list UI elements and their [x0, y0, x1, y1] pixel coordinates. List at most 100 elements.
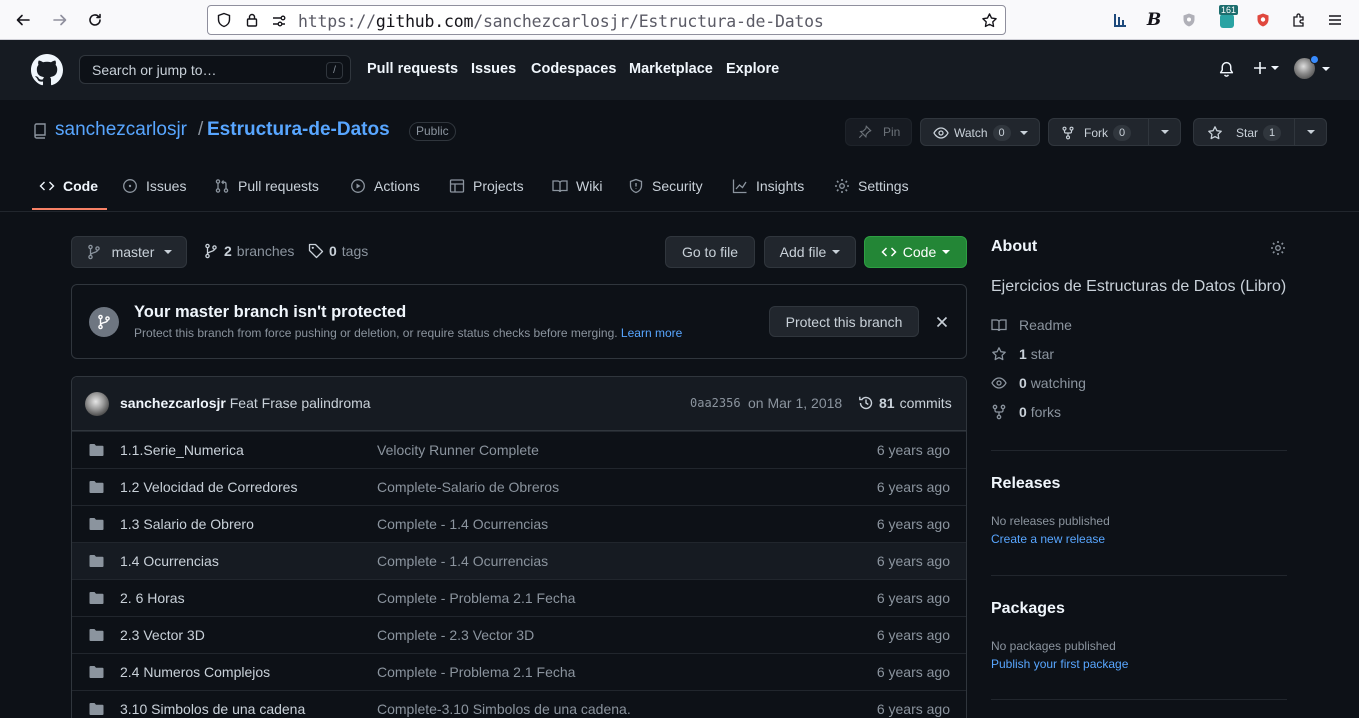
watching-link[interactable]: 0 watching [991, 375, 1086, 391]
gear-icon[interactable] [1270, 240, 1286, 256]
file-name-link[interactable]: 1.3 Salario de Obrero [120, 516, 254, 532]
protect-branch-button[interactable]: Protect this branch [769, 306, 919, 337]
file-commit-message[interactable]: Complete - 1.4 Ocurrencias [377, 516, 548, 532]
reload-button[interactable] [82, 8, 108, 32]
tab-security[interactable]: Security [628, 178, 703, 212]
file-commit-message[interactable]: Complete - Problema 2.1 Fecha [377, 590, 575, 606]
file-name-link[interactable]: 3.10 Simbolos de una cadena [120, 701, 305, 717]
menu-icon[interactable] [1324, 9, 1346, 31]
table-row[interactable]: 2.4 Numeros Complejos Complete - Problema… [72, 653, 966, 690]
commits-link[interactable]: 81 commits [858, 395, 952, 411]
watch-button[interactable]: Watch 0 [920, 118, 1040, 146]
go-to-file-button[interactable]: Go to file [665, 236, 755, 268]
table-row[interactable]: 3.10 Simbolos de una cadena Complete-3.10… [72, 690, 966, 718]
branch-name: master [111, 244, 155, 260]
eye-icon [933, 127, 949, 139]
tab-pull-requests[interactable]: Pull requests [214, 178, 319, 212]
create-new-button[interactable] [1252, 60, 1279, 76]
file-age: 6 years ago [876, 442, 950, 458]
graph-icon [732, 179, 747, 194]
file-commit-message[interactable]: Complete - Problema 2.1 Fecha [377, 664, 575, 680]
nav-explore[interactable]: Explore [726, 61, 779, 77]
tab-wiki[interactable]: Wiki [552, 178, 602, 212]
pull-request-icon [215, 179, 229, 193]
extension-bars-icon[interactable] [1109, 9, 1131, 31]
readme-link[interactable]: Readme [991, 317, 1072, 333]
branch-select-button[interactable]: master [71, 236, 187, 268]
table-row[interactable]: 1.3 Salario de Obrero Complete - 1.4 Ocur… [72, 505, 966, 542]
status-dot-icon [1310, 55, 1319, 64]
forks-count: 0 [1019, 404, 1027, 420]
caret-down-icon [1322, 66, 1330, 71]
extension-shield-icon[interactable] [1178, 9, 1200, 31]
nav-marketplace[interactable]: Marketplace [629, 61, 713, 77]
file-commit-message[interactable]: Velocity Runner Complete [377, 442, 539, 458]
fork-dropdown[interactable] [1148, 119, 1180, 145]
nav-codespaces[interactable]: Codespaces [531, 61, 616, 77]
extension-badge-icon[interactable]: 161 [1216, 5, 1239, 31]
stars-count: 1 [1019, 346, 1027, 362]
forks-link[interactable]: 0 forks [991, 404, 1061, 420]
create-release-link[interactable]: Create a new release [991, 532, 1105, 546]
file-commit-message[interactable]: Complete - 2.3 Vector 3D [377, 627, 534, 643]
tags-link[interactable]: 0 tags [308, 243, 368, 259]
file-name-link[interactable]: 2.3 Vector 3D [120, 627, 205, 643]
watching-count: 0 [1019, 375, 1027, 391]
tab-projects[interactable]: Projects [449, 178, 524, 212]
branches-link[interactable]: 2 branches [203, 243, 294, 259]
stars-link[interactable]: 1 star [991, 346, 1054, 362]
extension-b-icon[interactable]: B [1143, 9, 1165, 31]
file-commit-message[interactable]: Complete-Salario de Obreros [377, 479, 559, 495]
learn-more-link[interactable]: Learn more [621, 326, 682, 340]
publish-package-link[interactable]: Publish your first package [991, 657, 1128, 671]
close-icon[interactable] [936, 316, 948, 328]
code-button[interactable]: Code [864, 236, 967, 268]
tab-actions[interactable]: Actions [350, 178, 420, 212]
tab-code[interactable]: Code [39, 178, 98, 212]
nav-pull-requests[interactable]: Pull requests [367, 61, 458, 77]
table-row[interactable]: 1.2 Velocidad de Corredores Complete-Sala… [72, 468, 966, 505]
add-file-button[interactable]: Add file [764, 236, 856, 268]
search-input[interactable]: Search or jump to… / [79, 55, 351, 84]
file-name-link[interactable]: 1.1.Serie_Numerica [120, 442, 244, 458]
packages-heading[interactable]: Packages [991, 600, 1065, 618]
commit-author-message: sanchezcarlosjr Feat Frase palindroma [120, 395, 371, 411]
extension-ublock-icon[interactable] [1252, 9, 1274, 31]
file-name-link[interactable]: 2.4 Numeros Complejos [120, 664, 270, 680]
file-name-link[interactable]: 2. 6 Horas [120, 590, 185, 606]
commit-sha[interactable]: 0aa2356 [690, 396, 741, 410]
table-row[interactable]: 1.4 Ocurrencias Complete - 1.4 Ocurrencia… [72, 542, 966, 579]
table-row[interactable]: 2.3 Vector 3D Complete - 2.3 Vector 3D 6 y… [72, 616, 966, 653]
table-row[interactable]: 1.1.Serie_Numerica Velocity Runner Comple… [72, 431, 966, 468]
table-row[interactable]: 2. 6 Horas Complete - Problema 2.1 Fecha 6… [72, 579, 966, 616]
bookmark-star-icon[interactable] [981, 12, 998, 29]
star-button[interactable]: Star 1 [1193, 118, 1327, 146]
bell-icon[interactable] [1218, 61, 1235, 78]
tab-settings[interactable]: Settings [834, 178, 909, 212]
pin-icon [858, 125, 872, 139]
fork-button[interactable]: Fork 0 [1048, 118, 1181, 146]
address-bar[interactable]: https://github.com/sanchezcarlosjr/Estru… [207, 5, 1006, 35]
file-commit-message[interactable]: Complete-3.10 Simbolos de una cadena. [377, 701, 631, 717]
repo-name-link[interactable]: Estructura-de-Datos [207, 119, 390, 141]
file-name-link[interactable]: 1.4 Ocurrencias [120, 553, 219, 569]
extensions-puzzle-icon[interactable] [1288, 9, 1310, 31]
tab-issues[interactable]: Issues [122, 178, 186, 212]
releases-heading[interactable]: Releases [991, 475, 1060, 493]
star-dropdown[interactable] [1294, 119, 1326, 145]
github-logo-icon[interactable] [31, 54, 63, 86]
star-icon [1208, 126, 1222, 140]
file-name-link[interactable]: 1.2 Velocidad de Corredores [120, 479, 297, 495]
avatar[interactable] [85, 392, 109, 416]
nav-issues[interactable]: Issues [471, 61, 516, 77]
tab-label: Insights [756, 178, 805, 194]
repo-owner-link[interactable]: sanchezcarlosjr [55, 119, 187, 141]
commit-author[interactable]: sanchezcarlosjr [120, 395, 226, 411]
tab-insights[interactable]: Insights [732, 178, 804, 212]
back-button[interactable] [10, 8, 36, 32]
commit-message[interactable]: Feat Frase palindroma [230, 395, 371, 411]
file-commit-message[interactable]: Complete - 1.4 Ocurrencias [377, 553, 548, 569]
forward-button[interactable] [47, 8, 73, 32]
pin-button[interactable]: Pin [845, 118, 912, 146]
user-menu-button[interactable] [1294, 55, 1330, 79]
